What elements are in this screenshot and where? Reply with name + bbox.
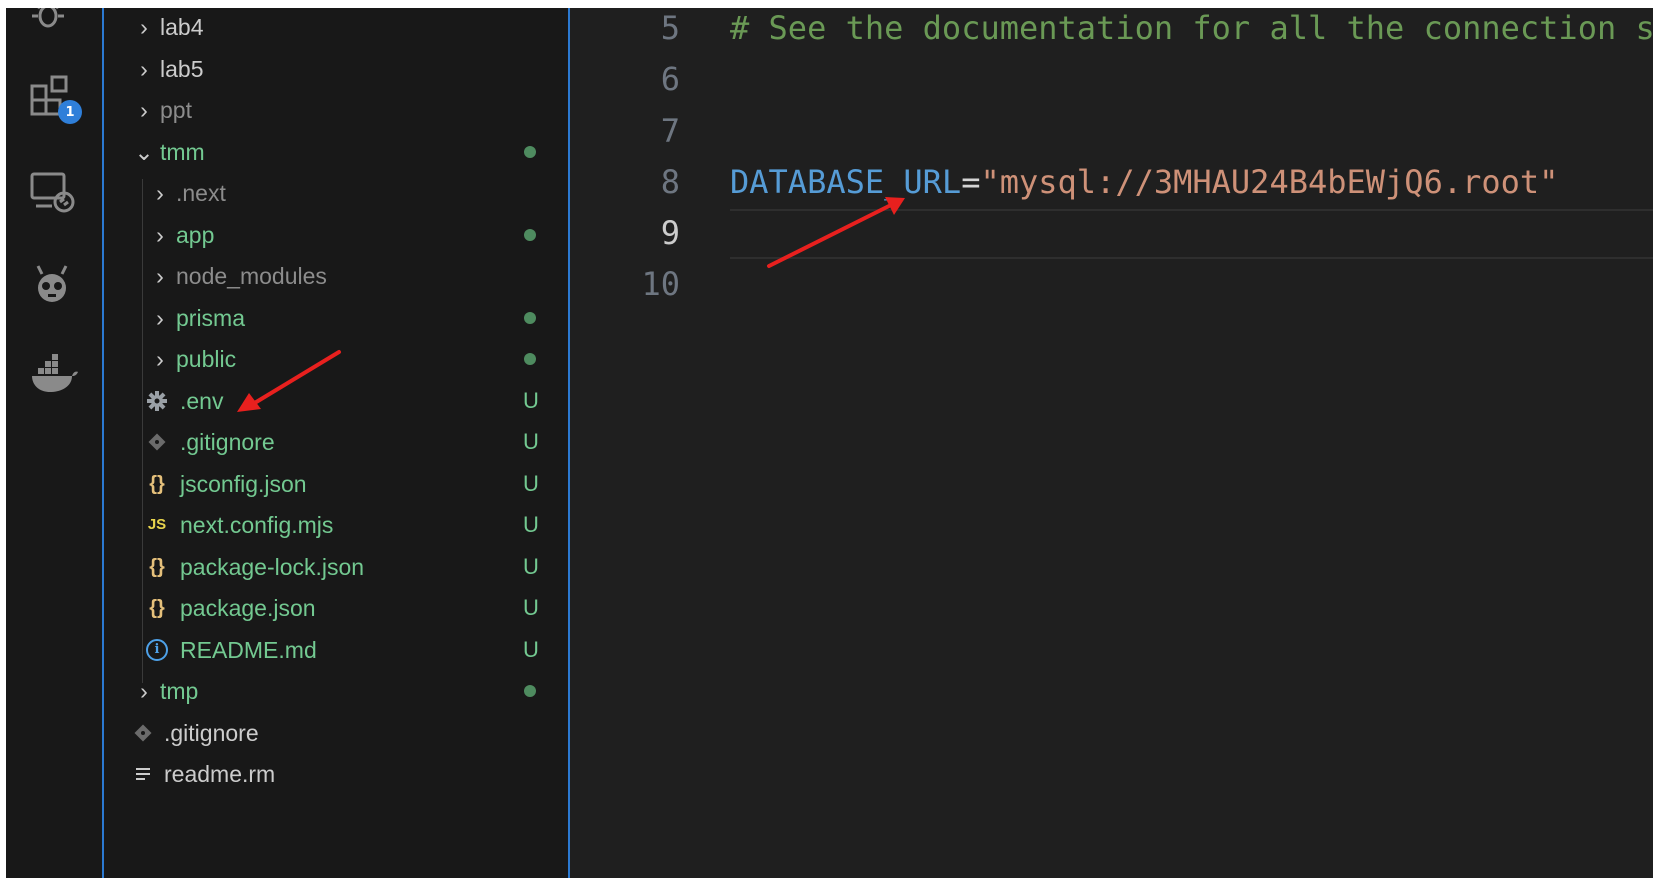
untracked-status: U [523,429,539,454]
tree-item-folder-tmp[interactable]: › tmp [104,670,568,712]
line-number: 8 [660,163,680,201]
git-icon [144,421,170,463]
modified-dot [524,229,536,241]
chevron-right-icon: › [156,346,164,372]
code-editor[interactable]: 5 6 7 8 9 10 # See the documentation for… [570,8,1653,878]
tree-item-file-next-config[interactable]: JS next.config.mjs U [104,504,568,546]
activity-bar: 1 [6,8,104,878]
vscode-window: 1 › lab4 › lab5 › ppt ⌄ tmm › .next › ap… [6,8,1653,878]
tree-item-folder-tmm[interactable]: ⌄ tmm [104,131,568,173]
chevron-down-icon: ⌄ [134,139,154,165]
line-number: 6 [660,60,680,98]
tree-item-file-readme-rm[interactable]: readme.rm [104,753,568,795]
chevron-right-icon: › [156,222,164,248]
chevron-right-icon: › [156,263,164,289]
current-line-highlight [730,209,1653,259]
line-number: 5 [660,9,680,47]
json-icon: {} [149,473,165,495]
modified-dot [524,312,536,324]
tree-item-file-package-lock[interactable]: {} package-lock.json U [104,546,568,588]
chevron-right-icon: › [156,180,164,206]
tree-item-folder-node-modules[interactable]: › node_modules [104,255,568,297]
json-icon: {} [149,597,165,619]
tree-item-folder-lab4[interactable]: › lab4 [104,8,568,48]
chevron-right-icon: › [140,56,148,82]
extensions-icon[interactable]: 1 [28,74,82,124]
untracked-status: U [523,388,539,413]
line-number: 7 [660,112,680,150]
untracked-status: U [523,471,539,496]
gear-icon [144,380,170,422]
chevron-right-icon: › [140,678,148,704]
untracked-status: U [523,512,539,537]
tree-item-folder-app[interactable]: › app [104,214,568,256]
tree-item-folder-public[interactable]: › public [104,338,568,380]
modified-dot [524,353,536,365]
docker-icon[interactable] [28,350,80,398]
untracked-status: U [523,595,539,620]
modified-dot [524,685,536,697]
extensions-badge: 1 [58,100,82,124]
line-number: 10 [641,265,680,303]
code-comment[interactable]: # See the documentation for all the conn… [730,8,1653,54]
equals-operator: = [961,163,981,201]
tree-item-file-gitignore[interactable]: .gitignore U [104,421,568,463]
modified-dot [524,146,536,158]
tree-item-file-package-json[interactable]: {} package.json U [104,587,568,629]
tree-item-file-env[interactable]: .env U [104,380,568,422]
git-icon [130,712,156,754]
javascript-icon: JS [147,516,167,533]
untracked-status: U [523,637,539,662]
text-file-icon [130,753,156,795]
tree-item-file-readme[interactable]: i README.md U [104,629,568,671]
json-icon: {} [149,556,165,578]
info-icon: i [144,629,170,671]
tree-item-folder-next[interactable]: › .next [104,172,568,214]
remote-explorer-icon[interactable] [28,168,80,216]
tree-item-file-jsconfig[interactable]: {} jsconfig.json U [104,463,568,505]
tree-item-folder-ppt[interactable]: › ppt [104,89,568,131]
tree-item-file-gitignore-root[interactable]: .gitignore [104,712,568,754]
chevron-right-icon: › [140,97,148,123]
tree-item-folder-prisma[interactable]: › prisma [104,297,568,339]
platformio-icon[interactable] [28,260,80,308]
line-number-active: 9 [660,214,680,252]
chevron-right-icon: › [140,14,148,40]
explorer-panel: › lab4 › lab5 › ppt ⌄ tmm › .next › app [104,8,570,878]
chevron-right-icon: › [156,305,164,331]
env-value: "mysql://3MHAU24B4bEWjQ6.root" [980,163,1559,201]
code-line-database-url[interactable]: DATABASE_URL="mysql://3MHAU24B4bEWjQ6.ro… [730,156,1558,208]
debug-icon[interactable] [28,8,80,38]
tree-item-folder-lab5[interactable]: › lab5 [104,48,568,90]
untracked-status: U [523,554,539,579]
env-key: DATABASE_URL [730,163,962,201]
